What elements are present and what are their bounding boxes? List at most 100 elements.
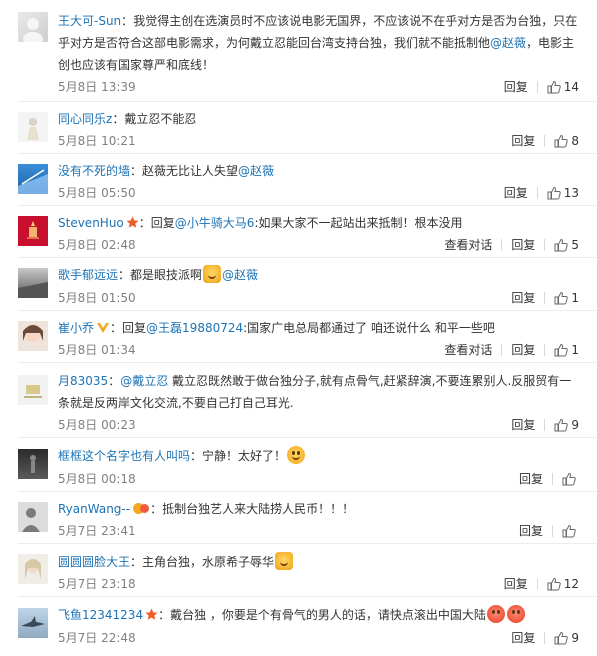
like-button[interactable]: 1: [554, 291, 579, 305]
like-button[interactable]: 14: [547, 80, 579, 94]
username-link[interactable]: 月83035: [58, 374, 108, 388]
reply-button[interactable]: 回复: [511, 629, 535, 646]
comment-text: 月83035：@戴立忍 戴立忍既然敢于做台独分子,就有点骨气,赶紧辞演,不要连累…: [58, 370, 583, 414]
avatar[interactable]: [18, 216, 48, 246]
reply-button[interactable]: 回复: [511, 341, 535, 358]
avatar[interactable]: [18, 449, 48, 479]
comment-item: 没有不死的墙：赵薇无比让人失望@赵薇 5月8日 05:50 回复 13: [0, 154, 597, 206]
mention-link[interactable]: @赵薇: [238, 164, 274, 178]
comment-time: 5月8日 00:18: [58, 472, 136, 486]
separator: ：: [150, 502, 163, 516]
mention-link[interactable]: @赵薇: [490, 36, 526, 50]
username-link[interactable]: 没有不死的墙: [58, 164, 130, 178]
star-badge-icon: [126, 214, 139, 236]
avatar[interactable]: [18, 268, 48, 298]
separator: ：: [112, 112, 125, 126]
reply-button[interactable]: 回复: [519, 470, 543, 487]
comment-item: 月83035：@戴立忍 戴立忍既然敢于做台独分子,就有点骨气,赶紧辞演,不要连累…: [0, 363, 597, 438]
avatar[interactable]: [18, 554, 48, 584]
username-link[interactable]: 飞鱼12341234: [58, 608, 143, 622]
comment-item: 框框这个名字也有人叫吗：宁静！太好了！ 5月8日 00:18 回复: [0, 438, 597, 492]
comment-text: 圆圆圆脸大王：主角台独，水原希子辱华: [58, 551, 583, 573]
like-button[interactable]: 12: [547, 577, 579, 591]
avatar[interactable]: [18, 112, 48, 142]
mention-link[interactable]: @赵薇: [222, 268, 258, 282]
comment-time: 5月7日 23:18: [58, 577, 136, 591]
like-button[interactable]: 9: [554, 418, 579, 432]
angry-face-emoji-icon: [506, 605, 525, 623]
reply-button[interactable]: 回复: [511, 416, 535, 433]
mention-link[interactable]: @小牛骑大马6: [175, 216, 255, 230]
username-link[interactable]: 王大可-Sun: [58, 14, 121, 28]
username-link[interactable]: 崔小乔: [58, 321, 94, 335]
reply-button[interactable]: 回复: [504, 78, 528, 95]
divider: [536, 186, 538, 199]
username-link[interactable]: 圆圆圆脸大王: [58, 555, 130, 569]
avatar[interactable]: [18, 375, 48, 405]
comment-item: 歌手郁远远：都是眼技派啊 @赵薇 5月8日 01:50 回复 1: [0, 258, 597, 311]
divider: [501, 238, 503, 251]
username-link[interactable]: 同心同乐z: [58, 112, 112, 126]
comment-content: 戴立忍不能忍: [124, 112, 197, 126]
username-link[interactable]: RyanWang--: [58, 502, 130, 516]
thumb-up-icon: [547, 80, 561, 94]
divider: [501, 343, 503, 356]
mention-link[interactable]: @王磊19880724: [146, 321, 243, 335]
reply-button[interactable]: 回复: [504, 184, 528, 201]
comment-content: 主角台独，水原希子辱华: [142, 555, 275, 569]
thumb-up-icon: [554, 631, 569, 645]
avatar[interactable]: [18, 608, 48, 638]
like-count: 13: [563, 185, 579, 200]
reply-button[interactable]: 回复: [511, 289, 535, 306]
comment-text: 歌手郁远远：都是眼技派啊 @赵薇: [58, 264, 583, 286]
comment-content: :如果大家不一起站出来抵制！根本没用: [254, 216, 463, 230]
like-button[interactable]: [562, 524, 579, 538]
thumb-up-icon: [547, 186, 561, 200]
like-button[interactable]: 5: [554, 238, 579, 252]
comment-actions: 回复 13: [504, 184, 579, 201]
mention-link[interactable]: @戴立忍: [120, 374, 168, 388]
view-dialog-button[interactable]: 查看对话: [444, 236, 492, 253]
comment-content: 戴台独 ，你要是个有骨气的男人的话，请快点滚出中国大陆: [170, 608, 486, 622]
like-button[interactable]: 9: [554, 631, 579, 645]
comment-content: 都是眼技派啊: [130, 268, 203, 282]
username-link[interactable]: StevenHuo: [58, 216, 124, 230]
thumb-up-icon: [562, 524, 576, 538]
angry-face-emoji-icon: [486, 605, 505, 623]
divider: [536, 577, 538, 590]
avatar[interactable]: [18, 321, 48, 351]
like-button[interactable]: 1: [554, 343, 579, 357]
avatar[interactable]: [18, 12, 48, 42]
like-button[interactable]: 8: [554, 134, 579, 148]
thumb-up-icon: [554, 291, 569, 305]
separator: ：: [158, 608, 171, 622]
thumb-up-icon: [547, 577, 561, 591]
view-dialog-button[interactable]: 查看对话: [444, 341, 492, 358]
reply-button[interactable]: 回复: [519, 522, 543, 539]
comment-text: RyanWang-- ：抵制台独艺人来大陆捞人民币！！！: [58, 498, 583, 522]
avatar[interactable]: [18, 164, 48, 194]
comment-time: 5月8日 05:50: [58, 186, 136, 200]
reply-word: 回复: [122, 321, 147, 335]
like-count: 12: [563, 576, 579, 591]
star-badge-icon: [145, 606, 158, 628]
comment-time: 5月7日 22:48: [58, 631, 136, 645]
like-button[interactable]: 13: [547, 186, 579, 200]
comment-time: 5月8日 01:50: [58, 291, 136, 305]
comment-item: 同心同乐z：戴立忍不能忍 5月8日 10:21 回复 8: [0, 102, 597, 154]
reply-button[interactable]: 回复: [511, 236, 535, 253]
username-link[interactable]: 框框这个名字也有人叫吗: [58, 449, 190, 463]
username-link[interactable]: 歌手郁远远: [58, 268, 118, 282]
comment-text: 框框这个名字也有人叫吗：宁静！太好了！: [58, 445, 583, 467]
divider: [544, 418, 546, 431]
reply-button[interactable]: 回复: [511, 132, 535, 149]
thumbs-up-emoji-icon: [203, 265, 222, 283]
comment-content: 抵制台独艺人来大陆捞人民币！！！: [162, 502, 355, 516]
separator: ：: [138, 216, 151, 230]
avatar[interactable]: [18, 502, 48, 532]
separator: ：: [118, 268, 131, 282]
like-button[interactable]: [562, 472, 579, 486]
comment-item: 王大可-Sun：我觉得主创在选演员时不应该说电影无国界，不应该说不在乎对方是否为…: [0, 0, 597, 102]
divider: [544, 238, 546, 251]
reply-button[interactable]: 回复: [504, 575, 528, 592]
